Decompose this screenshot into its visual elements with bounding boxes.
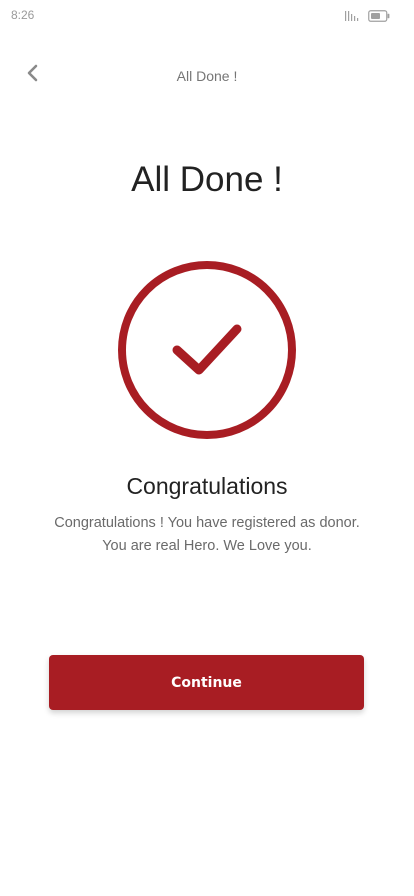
message-line-2: You are real Hero. We Love you. [102,538,312,554]
message-heading: Congratulations [126,473,288,499]
message-line-1: Congratulations ! You have registered as… [54,515,360,531]
page-title: All Done ! [131,160,283,199]
status-time: 8:26 [11,8,35,22]
continue-button[interactable]: Continue [49,655,364,710]
message-body: Congratulations ! You have registered as… [30,512,384,558]
signal-icon [345,11,359,21]
header: All Done ! [0,55,414,95]
check-circle-icon [118,261,296,439]
battery-icon [368,10,390,22]
header-title: All Done ! [176,68,238,84]
status-bar: 8:26 [0,0,414,30]
